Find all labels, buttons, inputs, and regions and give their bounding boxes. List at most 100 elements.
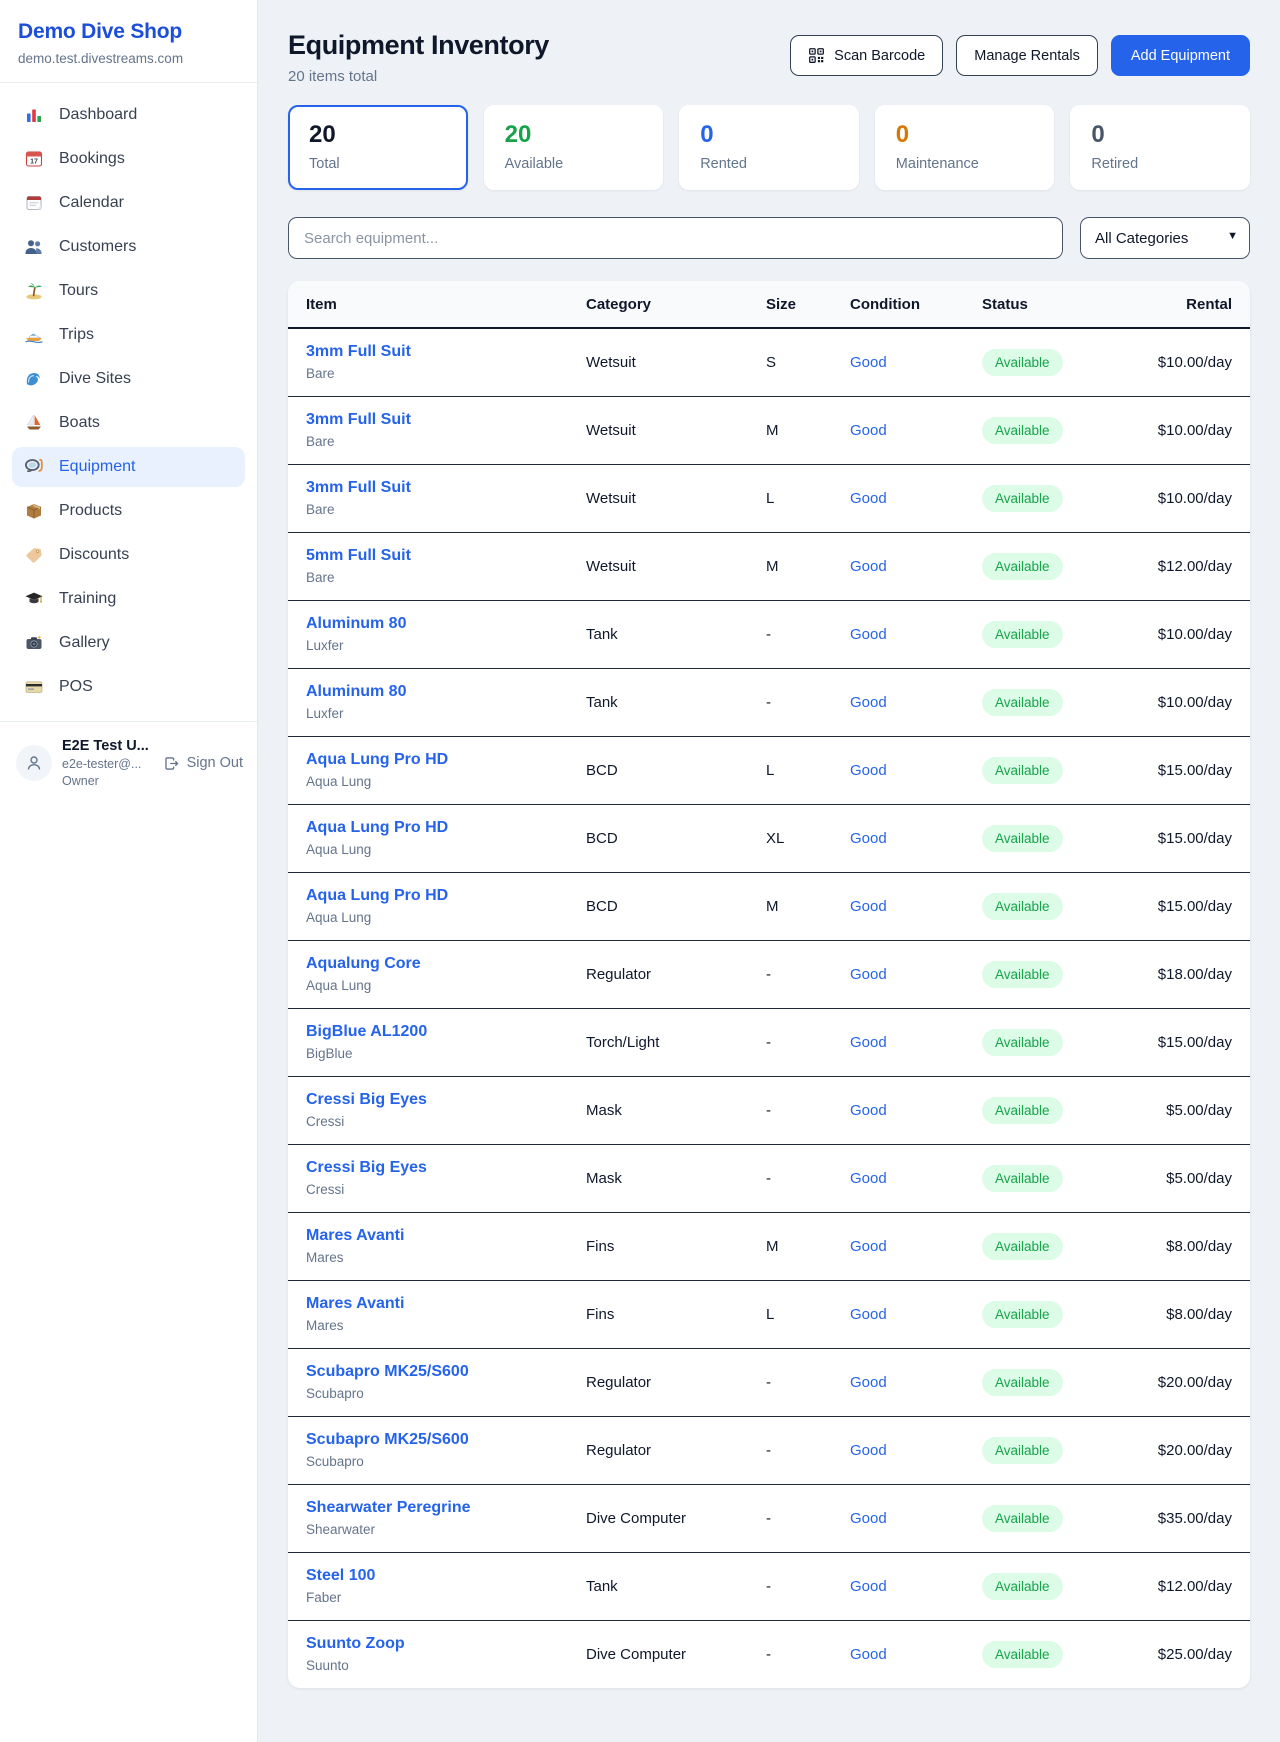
user-email: e2e-tester@... [62, 757, 149, 771]
sidebar-item-equipment[interactable]: Equipment [12, 447, 245, 487]
sidebar-item-dive-sites[interactable]: Dive Sites [12, 359, 245, 399]
item-condition-link[interactable]: Good [850, 422, 887, 439]
sidebar-item-trips[interactable]: Trips [12, 315, 245, 355]
stat-value: 0 [700, 121, 838, 149]
item-name-link[interactable]: Cressi Big Eyes [306, 1091, 550, 1109]
scan-barcode-button[interactable]: Scan Barcode [790, 35, 943, 76]
item-name-link[interactable]: Scubapro MK25/S600 [306, 1431, 550, 1449]
sidebar-item-pos[interactable]: POS [12, 667, 245, 707]
discounts-icon [24, 545, 44, 565]
item-size: L [748, 464, 832, 532]
item-condition-link[interactable]: Good [850, 558, 887, 575]
item-rental-price: $10.00/day [1116, 396, 1250, 464]
sidebar-item-tours[interactable]: Tours [12, 271, 245, 311]
table-row: Aqua Lung Pro HD Aqua Lung BCD M Good Av… [288, 872, 1250, 940]
item-category: Tank [568, 600, 748, 668]
item-brand: Cressi [306, 1182, 550, 1197]
item-size: - [748, 1076, 832, 1144]
sidebar-item-label: Products [59, 502, 122, 520]
item-category: Fins [568, 1212, 748, 1280]
sidebar-item-boats[interactable]: Boats [12, 403, 245, 443]
item-condition-link[interactable]: Good [850, 966, 887, 983]
item-condition-link[interactable]: Good [850, 626, 887, 643]
item-name-link[interactable]: Aqua Lung Pro HD [306, 819, 550, 837]
category-select[interactable]: All Categories [1080, 217, 1250, 259]
item-category: Tank [568, 1552, 748, 1620]
item-size: M [748, 872, 832, 940]
status-badge: Available [982, 417, 1063, 444]
item-name-link[interactable]: Aluminum 80 [306, 615, 550, 633]
stat-card-maintenance[interactable]: 0 Maintenance [875, 105, 1055, 190]
item-name-link[interactable]: Aqua Lung Pro HD [306, 751, 550, 769]
stat-card-total[interactable]: 20 Total [288, 105, 468, 190]
sidebar-item-products[interactable]: Products [12, 491, 245, 531]
user-section: E2E Test U... e2e-tester@... Owner Sign … [0, 722, 257, 804]
add-equipment-button[interactable]: Add Equipment [1111, 35, 1250, 76]
search-input[interactable] [288, 217, 1063, 259]
item-condition-link[interactable]: Good [850, 490, 887, 507]
item-size: - [748, 1416, 832, 1484]
dive-sites-icon [24, 369, 44, 389]
item-name-link[interactable]: Aqualung Core [306, 955, 550, 973]
sidebar-item-bookings[interactable]: 17 Bookings [12, 139, 245, 179]
stat-card-retired[interactable]: 0 Retired [1070, 105, 1250, 190]
sidebar-item-gallery[interactable]: Gallery [12, 623, 245, 663]
app-root: Demo Dive Shop demo.test.divestreams.com… [0, 0, 1280, 1742]
sidebar-item-training[interactable]: Training [12, 579, 245, 619]
item-condition-link[interactable]: Good [850, 762, 887, 779]
sidebar: Demo Dive Shop demo.test.divestreams.com… [0, 0, 258, 1742]
table-row: Cressi Big Eyes Cressi Mask - Good Avail… [288, 1144, 1250, 1212]
item-category: BCD [568, 804, 748, 872]
sidebar-item-discounts[interactable]: Discounts [12, 535, 245, 575]
item-name-link[interactable]: Aqua Lung Pro HD [306, 887, 550, 905]
sidebar-item-customers[interactable]: Customers [12, 227, 245, 267]
item-condition-link[interactable]: Good [850, 1442, 887, 1459]
table-row: Aqua Lung Pro HD Aqua Lung BCD L Good Av… [288, 736, 1250, 804]
item-name-link[interactable]: Suunto Zoop [306, 1635, 550, 1653]
item-name-link[interactable]: BigBlue AL1200 [306, 1023, 550, 1041]
sidebar-item-label: Equipment [59, 458, 136, 476]
status-badge: Available [982, 1233, 1063, 1260]
stat-card-available[interactable]: 20 Available [484, 105, 664, 190]
item-condition-link[interactable]: Good [850, 1578, 887, 1595]
item-name-link[interactable]: 3mm Full Suit [306, 479, 550, 497]
user-meta: E2E Test U... e2e-tester@... Owner [62, 738, 149, 788]
item-name-link[interactable]: Aluminum 80 [306, 683, 550, 701]
stat-card-rented[interactable]: 0 Rented [679, 105, 859, 190]
item-condition-link[interactable]: Good [850, 1510, 887, 1527]
status-badge: Available [982, 1641, 1063, 1668]
item-name-link[interactable]: Shearwater Peregrine [306, 1499, 550, 1517]
item-name-link[interactable]: Mares Avanti [306, 1295, 550, 1313]
sign-out-button[interactable]: Sign Out [163, 755, 243, 772]
item-name-link[interactable]: 3mm Full Suit [306, 411, 550, 429]
item-name-link[interactable]: Cressi Big Eyes [306, 1159, 550, 1177]
item-category: Regulator [568, 940, 748, 1008]
gallery-icon [24, 633, 44, 653]
item-condition-link[interactable]: Good [850, 694, 887, 711]
item-condition-link[interactable]: Good [850, 1034, 887, 1051]
manage-rentals-button[interactable]: Manage Rentals [956, 35, 1098, 76]
sidebar-item-calendar[interactable]: Calendar [12, 183, 245, 223]
item-category: Regulator [568, 1348, 748, 1416]
sidebar-item-dashboard[interactable]: Dashboard [12, 95, 245, 135]
sign-out-icon [163, 755, 180, 772]
stat-label: Retired [1091, 156, 1229, 172]
item-condition-link[interactable]: Good [850, 1238, 887, 1255]
item-name-link[interactable]: 5mm Full Suit [306, 547, 550, 565]
item-condition-link[interactable]: Good [850, 830, 887, 847]
item-condition-link[interactable]: Good [850, 354, 887, 371]
item-condition-link[interactable]: Good [850, 1646, 887, 1663]
item-name-link[interactable]: Steel 100 [306, 1567, 550, 1585]
item-condition-link[interactable]: Good [850, 1306, 887, 1323]
brand-title[interactable]: Demo Dive Shop [18, 20, 239, 44]
item-condition-link[interactable]: Good [850, 898, 887, 915]
sidebar-item-label: Customers [59, 238, 136, 256]
item-condition-link[interactable]: Good [850, 1170, 887, 1187]
item-condition-link[interactable]: Good [850, 1102, 887, 1119]
item-name-link[interactable]: 3mm Full Suit [306, 343, 550, 361]
pos-icon [24, 677, 44, 697]
status-badge: Available [982, 1505, 1063, 1532]
item-condition-link[interactable]: Good [850, 1374, 887, 1391]
item-name-link[interactable]: Mares Avanti [306, 1227, 550, 1245]
item-name-link[interactable]: Scubapro MK25/S600 [306, 1363, 550, 1381]
